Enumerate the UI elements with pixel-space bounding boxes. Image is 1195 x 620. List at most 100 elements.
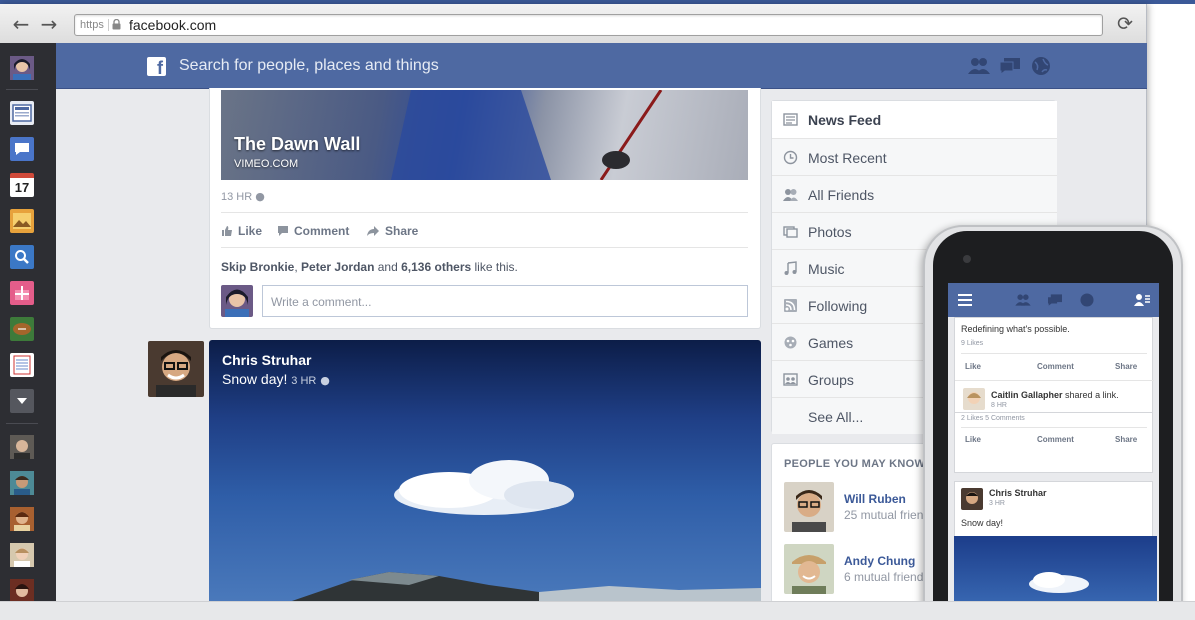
gifts-icon[interactable]	[10, 281, 34, 305]
more-icon[interactable]	[10, 389, 34, 413]
search-icon[interactable]	[10, 245, 34, 269]
nav-label: Groups	[808, 372, 854, 388]
messages-icon[interactable]	[999, 56, 1021, 76]
post-text: Snow day!	[222, 371, 288, 387]
messages-icon[interactable]	[10, 137, 34, 161]
shared-link-source: VIMEO.COM	[234, 158, 299, 170]
back-arrow-icon[interactable]: ←	[10, 13, 32, 35]
notifications-globe-icon[interactable]	[1030, 56, 1052, 76]
liker-name[interactable]: Peter Jordan	[301, 260, 374, 274]
mutual-friends[interactable]: 25 mutual frien	[844, 508, 923, 522]
notes-icon[interactable]	[10, 353, 34, 377]
post-time: 13 HR	[221, 191, 253, 203]
sidebar-divider	[6, 423, 38, 424]
friend-avatar[interactable]	[10, 435, 34, 459]
calendar-icon[interactable]: 17	[10, 173, 34, 197]
friend-avatar[interactable]	[10, 579, 34, 603]
friend-requests-icon[interactable]	[1014, 293, 1032, 307]
forward-arrow-icon[interactable]: →	[38, 13, 60, 35]
person-avatar[interactable]	[784, 482, 834, 532]
facebook-header: f Search for people, places and things	[56, 43, 1147, 89]
mobile-post-time[interactable]: 3 HR	[989, 500, 1005, 507]
messages-icon[interactable]	[1046, 293, 1064, 307]
comment-button[interactable]: Comment	[277, 224, 349, 238]
news-feed-icon	[783, 113, 798, 126]
friend-avatar[interactable]	[10, 471, 34, 495]
nav-item-all-friends[interactable]: All Friends	[772, 175, 1057, 212]
caitlin-avatar[interactable]	[963, 388, 985, 410]
reload-icon[interactable]: ⟳	[1114, 13, 1136, 35]
facebook-logo[interactable]: f	[147, 57, 166, 76]
share-label: Share	[385, 224, 419, 238]
calendar-day: 17	[14, 180, 30, 195]
clock-icon	[783, 150, 798, 165]
nav-label: News Feed	[808, 112, 882, 128]
comment-input[interactable]: Write a comment...	[262, 285, 748, 317]
nav-label: Following	[808, 298, 868, 314]
user-avatar[interactable]	[221, 285, 253, 317]
post-time[interactable]: 3 HR	[291, 375, 316, 387]
pymk-title: PEOPLE YOU MAY KNOW	[784, 458, 926, 470]
mobile-post-time[interactable]: 8 HR	[991, 402, 1007, 409]
post-body: Snow day! 3 HR ●	[222, 371, 330, 387]
friend-avatar[interactable]	[10, 543, 34, 567]
post-author[interactable]: Chris Struhar	[222, 352, 311, 368]
author-avatar[interactable]	[148, 341, 204, 397]
groups-icon	[783, 373, 798, 386]
mutual-friends[interactable]: 6 mutual friend	[844, 570, 923, 584]
friends-list-icon[interactable]	[1134, 293, 1150, 307]
bottom-bar	[0, 601, 1195, 620]
author-avatar[interactable]	[961, 488, 983, 510]
mobile-post-text: Redefining what's possible.	[961, 324, 1070, 334]
browser-toolbar: ← → https facebook.com ⟳	[0, 4, 1146, 46]
mobile-share-button[interactable]: Share	[1115, 435, 1137, 444]
mobile-comment-button[interactable]: Comment	[1037, 435, 1074, 444]
music-note-icon	[784, 261, 797, 275]
like-label: Like	[238, 224, 263, 238]
phone-screen: Redefining what's possible. 9 Likes Like…	[948, 283, 1159, 613]
likes-suffix: like this.	[474, 260, 518, 274]
nav-item-most-recent[interactable]: Most Recent	[772, 138, 1057, 175]
search-input[interactable]: Search for people, places and things	[179, 57, 439, 75]
mobile-like-button[interactable]: Like	[965, 362, 981, 371]
nav-label: Music	[808, 261, 845, 277]
mobile-share-button[interactable]: Share	[1115, 362, 1137, 371]
mobile-post-author[interactable]: Caitlin Gallapher	[991, 390, 1063, 400]
nav-label: Most Recent	[808, 150, 887, 166]
mobile-post-text: Snow day!	[961, 518, 1004, 528]
likes-others[interactable]: 6,136 others	[401, 260, 471, 274]
url-bar[interactable]: https facebook.com	[74, 14, 1103, 36]
mobile-post-author[interactable]: Chris Struhar	[989, 488, 1047, 498]
mobile-post-stats[interactable]: 2 Likes 5 Comments	[961, 415, 1025, 422]
person-avatar[interactable]	[784, 544, 834, 594]
post-timestamp: 13 HR ●	[221, 190, 265, 203]
share-button[interactable]: Share	[366, 224, 418, 238]
phone-mockup: Redefining what's possible. 9 Likes Like…	[923, 225, 1183, 620]
nav-label: Games	[808, 335, 854, 351]
mobile-comment-button[interactable]: Comment	[1037, 362, 1074, 371]
mobile-share-action: shared a link.	[1065, 390, 1119, 400]
person-name[interactable]: Will Ruben	[844, 492, 906, 506]
shared-link-title: The Dawn Wall	[234, 134, 361, 154]
divider	[961, 353, 1147, 354]
menu-icon[interactable]	[958, 294, 972, 306]
nav-label: See All...	[808, 409, 864, 425]
friend-requests-icon[interactable]	[968, 56, 990, 76]
games-icon[interactable]	[10, 317, 34, 341]
lock-icon	[112, 19, 121, 30]
person-name[interactable]: Andy Chung	[844, 554, 915, 568]
photos-icon[interactable]	[10, 209, 34, 233]
nav-item-news-feed[interactable]: News Feed	[772, 101, 1057, 138]
like-button[interactable]: Like	[221, 224, 262, 238]
liker-name[interactable]: Skip Bronkie	[221, 260, 294, 274]
profile-avatar[interactable]	[10, 56, 34, 80]
notifications-globe-icon[interactable]	[1079, 292, 1095, 308]
mobile-post-card: Redefining what's possible. 9 Likes Like…	[954, 317, 1154, 413]
sidebar-divider	[6, 89, 38, 90]
news-feed-icon[interactable]	[10, 101, 34, 125]
mobile-post-likes[interactable]: 9 Likes	[961, 340, 983, 347]
mobile-like-button[interactable]: Like	[965, 435, 981, 444]
photo-post[interactable]: Chris Struhar Snow day! 3 HR ●	[209, 340, 761, 602]
shared-link-media[interactable]: The Dawn Wall VIMEO.COM	[221, 90, 748, 180]
friend-avatar[interactable]	[10, 507, 34, 531]
